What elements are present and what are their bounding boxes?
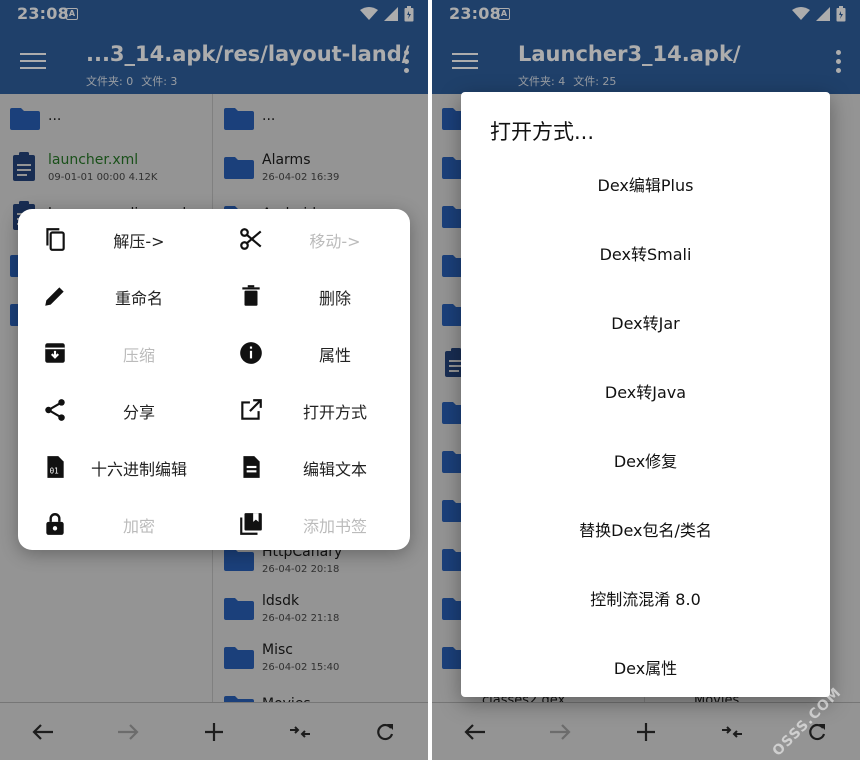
open-with-option[interactable]: Dex属性: [461, 649, 830, 689]
right-screen: 23:08 A Launcher3_14.apk/ 文件夹: 4 文件: 25 c…: [432, 0, 860, 760]
scissors-icon: [238, 226, 264, 252]
open-with-option[interactable]: Dex修复: [461, 442, 830, 482]
action-label: 解压->: [113, 232, 165, 251]
binary-file-icon: 01: [42, 454, 68, 480]
screenshot-root: 23:08 A ...3_14.apk/res/layout-land/ 文件夹…: [0, 0, 860, 760]
action-label: 分享: [122, 403, 155, 422]
action-scissors: 移动->: [214, 218, 410, 258]
dialog-title: 打开方式...: [490, 120, 595, 144]
action-trash[interactable]: 删除: [214, 275, 410, 315]
action-label: 属性: [318, 346, 351, 365]
open-with-option[interactable]: Dex转Smali: [461, 235, 830, 275]
bookmarks-icon: [238, 511, 264, 537]
action-pencil[interactable]: 重命名: [18, 275, 214, 315]
dim-overlay-top: [0, 0, 428, 94]
file-actions-sheet: 解压-> 移动-> 重命名 删除压缩 属性分享 打开方式 01 十六进制编辑 编辑文本加密 添加书…: [18, 209, 410, 550]
open-with-option[interactable]: 替换Dex包名/类名: [461, 511, 830, 551]
info-icon: [238, 340, 264, 366]
action-label: 加密: [122, 517, 155, 536]
action-archive: 压缩: [18, 332, 214, 372]
copy-icon: [42, 226, 68, 252]
open-with-option[interactable]: Dex转Java: [461, 373, 830, 413]
action-info[interactable]: 属性: [214, 332, 410, 372]
action-label: 打开方式: [302, 403, 367, 422]
action-label: 十六进制编辑: [90, 460, 187, 479]
action-label: 添加书签: [302, 517, 367, 536]
action-label: 编辑文本: [302, 460, 367, 479]
open-with-option[interactable]: 控制流混淆 8.0: [461, 580, 830, 620]
share-icon: [42, 397, 68, 423]
svg-text:01: 01: [50, 467, 60, 476]
action-label: 移动->: [309, 232, 361, 251]
open-with-option[interactable]: Dex转Jar: [461, 304, 830, 344]
archive-icon: [42, 340, 68, 366]
pencil-icon: [42, 283, 68, 309]
action-label: 压缩: [122, 346, 155, 365]
action-binary-file[interactable]: 01 十六进制编辑: [18, 446, 214, 486]
dim-overlay-top: [432, 0, 860, 94]
action-label: 重命名: [114, 289, 163, 308]
open-with-dialog: 打开方式... Dex编辑Plus Dex转Smali Dex转Jar Dex转Jav…: [461, 92, 830, 697]
action-copy[interactable]: 解压->: [18, 218, 214, 258]
open-with-option[interactable]: Dex编辑Plus: [461, 166, 830, 206]
action-label: 删除: [318, 289, 351, 308]
action-open-external[interactable]: 打开方式: [214, 389, 410, 429]
left-screen: 23:08 A ...3_14.apk/res/layout-land/ 文件夹…: [0, 0, 428, 760]
action-lock: 加密: [18, 503, 214, 543]
action-share[interactable]: 分享: [18, 389, 214, 429]
trash-icon: [238, 283, 264, 309]
lock-icon: [42, 511, 68, 537]
action-document[interactable]: 编辑文本: [214, 446, 410, 486]
action-bookmarks: 添加书签: [214, 503, 410, 543]
open-external-icon: [238, 397, 264, 423]
document-icon: [238, 454, 264, 480]
